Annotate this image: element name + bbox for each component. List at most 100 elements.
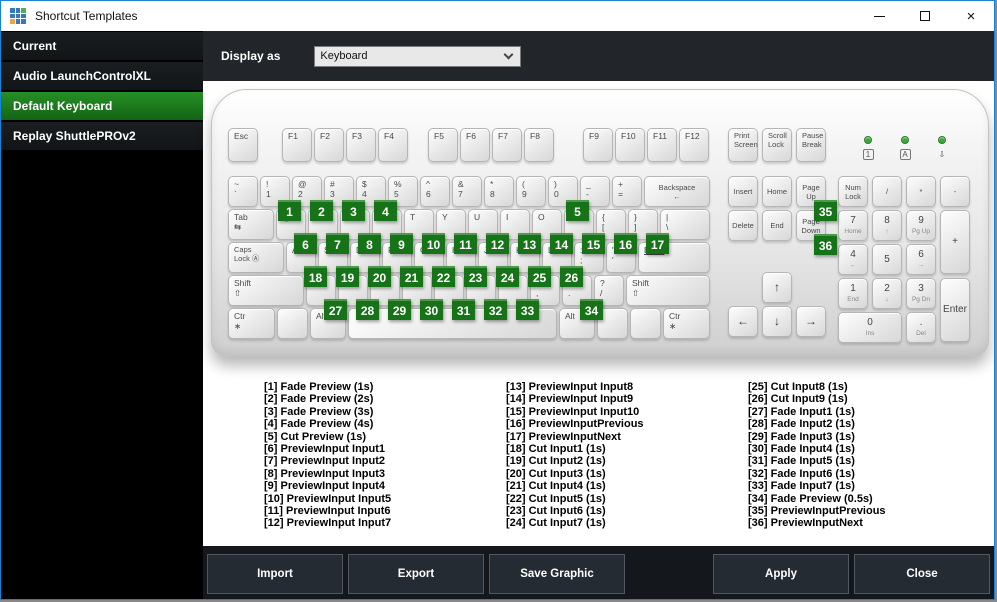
led-scrolllock: ⇩	[934, 136, 950, 162]
shortcut-item: [20] Cut Input3 (1s)	[506, 467, 606, 480]
shortcut-item: [8] PreviewInput Input3	[264, 467, 386, 480]
key-np-0: 0 Ins	[838, 312, 902, 343]
key-rctrl: Ctr ∗	[663, 308, 710, 339]
key-arrow-down: ↓	[762, 306, 792, 337]
sidebar-item-default-keyboard[interactable]: Default Keyboard	[1, 92, 203, 120]
save-graphic-button[interactable]: Save Graphic	[489, 553, 625, 594]
shortcut-badge-31: 31	[452, 299, 475, 320]
window-title: Shortcut Templates	[35, 9, 138, 23]
key-digit7: & 7	[452, 176, 482, 207]
shortcut-badge-20: 20	[368, 266, 391, 287]
shortcut-badge-26: 26	[560, 266, 583, 287]
shortcut-badge-18: 18	[304, 266, 327, 287]
key-sublabel: Del	[916, 330, 926, 338]
shortcut-badge-35: 35	[814, 200, 837, 221]
key-backspace: Backspace ←	[644, 176, 710, 207]
template-preview-area: Esc F1 F2 F3 F4 F5 F6 F7 F8 F9 F10 F11 F12 Print Scre…	[203, 81, 994, 546]
key-np-6: 6 →	[906, 244, 936, 275]
key-f12: F12	[679, 128, 709, 162]
display-as-dropdown[interactable]: Keyboard	[314, 45, 522, 67]
app-icon	[10, 8, 26, 24]
shortcut-item: [22] Cut Input5 (1s)	[506, 492, 606, 505]
key-pageup: Page Up 35	[796, 176, 837, 221]
shortcut-item: [4] Fade Preview (4s)	[264, 418, 374, 431]
shortcut-item: [15] PreviewInput Input10	[506, 405, 640, 418]
key-np-5: 5	[872, 244, 902, 275]
led-capslock: A	[897, 136, 913, 162]
shortcut-badge-22: 22	[432, 266, 455, 287]
key-equals: + =	[612, 176, 642, 207]
sidebar-item-replay-shuttleprov2[interactable]: Replay ShuttlePROv2	[1, 122, 203, 150]
shortcut-badge-19: 19	[336, 266, 359, 287]
shortcut-item: [17] PreviewInputNext	[506, 430, 621, 443]
shortcut-badge-7: 7	[326, 233, 349, 254]
led-light-icon	[938, 136, 946, 144]
display-as-label: Display as	[221, 49, 281, 63]
key-f7: F7	[492, 128, 522, 162]
shortcut-item: [23] Cut Input6 (1s)	[506, 505, 606, 518]
shortcut-item: [3] Fade Preview (3s)	[264, 405, 374, 418]
key-sublabel: Pg Up	[911, 228, 931, 236]
shortcut-item: [33] Fade Input7 (1s)	[748, 480, 855, 493]
shortcut-badge-25: 25	[528, 266, 551, 287]
key-sublabel: End	[847, 296, 859, 304]
shortcut-item: [7] PreviewInput Input2	[264, 455, 386, 468]
template-sidebar: Current Audio LaunchControlXL Default Ke…	[1, 31, 203, 599]
shortcut-item: [27] Fade Input1 (1s)	[748, 405, 855, 418]
app-icon-tile	[15, 13, 21, 19]
key-sublabel: Home	[844, 228, 862, 236]
shortcut-badge-11: 11	[454, 233, 477, 254]
shortcut-badge-17: 17	[646, 233, 669, 254]
shortcut-item: [2] Fade Preview (2s)	[264, 393, 374, 406]
shortcut-item: [25] Cut Input8 (1s)	[748, 381, 848, 393]
shortcut-badge-36: 36	[814, 234, 837, 255]
key-tilde: ~ `	[228, 176, 258, 207]
app-icon-tile	[21, 8, 26, 13]
key-arrow-up: ↑	[762, 272, 792, 303]
shortcut-badge-28: 28	[356, 299, 379, 320]
key-tab: Tab ⇆	[228, 209, 274, 240]
shortcut-item: [19] Cut Input2 (1s)	[506, 455, 606, 468]
app-icon-tile	[10, 13, 15, 19]
import-button[interactable]: Import	[207, 553, 343, 594]
shortcut-item: [12] PreviewInput Input7	[264, 517, 392, 530]
app-icon-tile	[15, 19, 21, 24]
key-f9: F9	[583, 128, 613, 162]
apply-button[interactable]: Apply	[713, 553, 849, 594]
shortcut-badge-32: 32	[484, 299, 507, 320]
shortcut-item: [1] Fade Preview (1s)	[264, 381, 374, 393]
key-f4: F4	[378, 128, 408, 162]
shortcut-badge-33: 33	[516, 299, 539, 320]
key-np-8: 8 ↑	[872, 210, 902, 241]
sidebar-item-audio-launchcontrolxl[interactable]: Audio LaunchControlXL	[1, 62, 203, 90]
key-digit1: ! 11	[260, 176, 301, 221]
shortcut-item: [29] Fade Input3 (1s)	[748, 430, 855, 443]
minimize-icon	[873, 15, 885, 17]
key-insert: Insert	[728, 176, 758, 207]
led-light-icon	[901, 136, 909, 144]
app-icon-tile	[10, 8, 15, 13]
sidebar-item-current[interactable]: Current	[1, 32, 203, 60]
key-sublabel: ←	[849, 262, 857, 270]
maximize-icon	[920, 11, 930, 21]
minimize-button[interactable]	[856, 2, 902, 31]
shortcut-item: [9] PreviewInput Input4	[264, 480, 386, 493]
key-digit8: * 8	[484, 176, 514, 207]
export-button[interactable]: Export	[348, 553, 484, 594]
shortcut-badge-34: 34	[580, 299, 603, 320]
key-f2: F2	[314, 128, 344, 162]
shortcut-item: [36] PreviewInputNext	[748, 517, 863, 530]
led-symbol: A	[899, 149, 911, 160]
key-np-4: 4 ←	[838, 244, 868, 275]
keyboard-graphic: Esc F1 F2 F3 F4 F5 F6 F7 F8 F9 F10 F11 F12 Print Scre…	[211, 89, 989, 357]
key-np-divide: /	[872, 176, 902, 207]
titlebar: Shortcut Templates ×	[1, 1, 994, 31]
key-delete: Delete	[728, 210, 758, 241]
maximize-button[interactable]	[902, 2, 948, 31]
key-sublabel: →	[917, 262, 925, 270]
close-dialog-button[interactable]: Close	[854, 553, 990, 594]
shortcut-badge-1: 1	[278, 200, 301, 221]
shortcut-item: [26] Cut Input9 (1s)	[748, 393, 848, 406]
close-button[interactable]: ×	[948, 2, 994, 31]
display-toolbar: Display as Keyboard	[203, 31, 994, 81]
